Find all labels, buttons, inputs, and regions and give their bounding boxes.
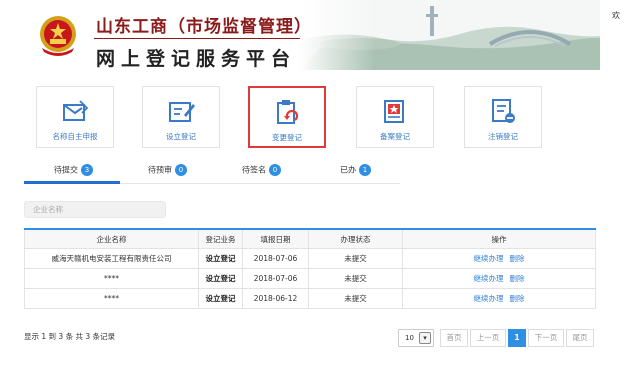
tab-label: 待签名 bbox=[242, 165, 266, 175]
delete-link[interactable]: 删除 bbox=[510, 293, 525, 304]
business-cell: 设立登记 bbox=[199, 289, 243, 308]
tile-change-registration[interactable]: 变更登记 bbox=[248, 86, 326, 148]
tab-label: 待预审 bbox=[148, 165, 172, 175]
business-cell: 设立登记 bbox=[199, 249, 243, 268]
table-row: **** 设立登记 2018-06-12 未提交 继续办理 删除 bbox=[24, 289, 596, 309]
page-size-value: 10 bbox=[405, 334, 414, 342]
status-cell: 未提交 bbox=[309, 269, 403, 288]
welcome-text: 欢 bbox=[612, 11, 620, 20]
count-badge: 1 bbox=[359, 164, 371, 176]
continue-link[interactable]: 继续办理 bbox=[474, 293, 504, 304]
table-row: 威海天赣机电安装工程有限责任公司 设立登记 2018-07-06 未提交 继续办… bbox=[24, 249, 596, 269]
count-badge: 3 bbox=[81, 164, 93, 176]
status-tabs: 待提交 3 待预审 0 待签名 0 已办 1 bbox=[24, 160, 400, 184]
site-title: 山东工商（市场监督管理） bbox=[96, 17, 312, 37]
site-subtitle: 网上登记服务平台 bbox=[96, 48, 297, 70]
tile-cancellation-registration[interactable]: 注销登记 bbox=[464, 86, 542, 148]
next-page-button[interactable]: 下一页 bbox=[528, 329, 564, 347]
continue-link[interactable]: 继续办理 bbox=[474, 253, 504, 264]
date-cell: 2018-07-06 bbox=[243, 249, 309, 268]
column-header-date: 填报日期 bbox=[243, 230, 309, 248]
prev-page-button[interactable]: 上一页 bbox=[470, 329, 506, 347]
tile-label: 注销登记 bbox=[488, 132, 518, 141]
title-divider bbox=[94, 38, 308, 39]
tile-label: 变更登记 bbox=[272, 133, 302, 142]
delete-link[interactable]: 删除 bbox=[510, 253, 525, 264]
actions-cell: 继续办理 删除 bbox=[403, 289, 595, 308]
table-header-row: 企业名称 登记业务 填报日期 办理状态 操作 bbox=[24, 230, 596, 249]
tile-name-declaration[interactable]: 名称自主申报 bbox=[36, 86, 114, 148]
last-page-button[interactable]: 尾页 bbox=[566, 329, 594, 347]
file-star-icon bbox=[384, 100, 404, 123]
tile-label: 设立登记 bbox=[166, 132, 196, 141]
active-tab-indicator bbox=[24, 181, 120, 184]
actions-cell: 继续办理 删除 bbox=[403, 269, 595, 288]
header-scenery-image bbox=[300, 0, 600, 70]
record-summary: 显示 1 到 3 条 共 3 条记录 bbox=[24, 332, 116, 341]
column-header-business: 登记业务 bbox=[199, 230, 243, 248]
actions-cell: 继续办理 删除 bbox=[403, 249, 595, 268]
delete-link[interactable]: 删除 bbox=[510, 273, 525, 284]
company-name-cell: **** bbox=[25, 269, 199, 288]
company-name-search-input[interactable]: 企业名称 bbox=[24, 201, 166, 218]
current-page-button[interactable]: 1 bbox=[508, 329, 526, 347]
national-emblem-icon bbox=[40, 16, 76, 56]
column-header-actions: 操作 bbox=[491, 234, 507, 244]
first-page-button[interactable]: 首页 bbox=[440, 329, 468, 347]
tile-filing-registration[interactable]: 备案登记 bbox=[356, 86, 434, 148]
date-cell: 2018-06-12 bbox=[243, 289, 309, 308]
tile-label: 备案登记 bbox=[380, 132, 410, 141]
column-header-company: 企业名称 bbox=[25, 230, 199, 248]
column-header-status: 办理状态 bbox=[309, 230, 403, 248]
company-name-cell: 威海天赣机电安装工程有限责任公司 bbox=[25, 249, 199, 268]
count-badge: 0 bbox=[269, 164, 281, 176]
continue-link[interactable]: 继续办理 bbox=[474, 273, 504, 284]
clipboard-refresh-icon bbox=[277, 100, 299, 124]
page-size-select[interactable]: 10 ▾ bbox=[398, 329, 434, 347]
envelope-pen-icon bbox=[63, 100, 89, 121]
count-badge: 0 bbox=[175, 164, 187, 176]
tab-completed[interactable]: 已办 1 bbox=[340, 164, 371, 184]
form-pen-icon bbox=[169, 102, 195, 122]
date-cell: 2018-07-06 bbox=[243, 269, 309, 288]
document-minus-icon bbox=[492, 99, 515, 123]
business-cell: 设立登记 bbox=[199, 269, 243, 288]
tab-label: 待提交 bbox=[54, 165, 78, 175]
tile-establish-registration[interactable]: 设立登记 bbox=[142, 86, 220, 148]
tab-pending-precheck[interactable]: 待预审 0 bbox=[148, 164, 187, 184]
company-name-cell: **** bbox=[25, 289, 199, 308]
tab-pending-signature[interactable]: 待签名 0 bbox=[242, 164, 281, 184]
tile-label: 名称自主申报 bbox=[52, 132, 98, 141]
chevron-down-icon: ▾ bbox=[419, 332, 431, 344]
tab-label: 已办 bbox=[340, 165, 356, 175]
records-table: 企业名称 登记业务 填报日期 办理状态 操作 威海天赣机电安装工程有限责任公司 … bbox=[24, 228, 596, 309]
status-cell: 未提交 bbox=[309, 289, 403, 308]
status-cell: 未提交 bbox=[309, 249, 403, 268]
header: 山东工商（市场监督管理） 网上登记服务平台 欢 bbox=[0, 0, 624, 80]
table-row: **** 设立登记 2018-07-06 未提交 继续办理 删除 bbox=[24, 269, 596, 289]
